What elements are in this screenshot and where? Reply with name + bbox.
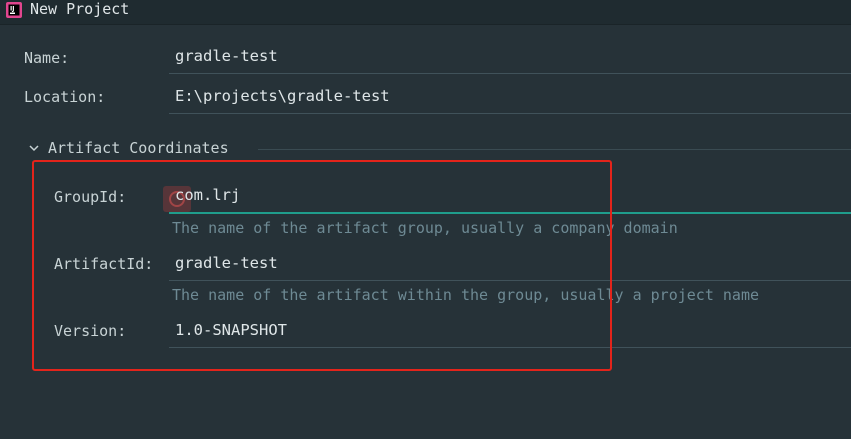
artifact-id-label: ArtifactId: xyxy=(54,255,154,273)
name-label: Name: xyxy=(24,49,70,67)
version-field[interactable]: 1.0-SNAPSHOT xyxy=(169,317,851,348)
location-label: Location: xyxy=(24,88,106,106)
location-field[interactable]: E:\projects\gradle-test xyxy=(169,83,851,114)
window-title: New Project xyxy=(30,0,130,18)
group-id-field[interactable]: com.lrj xyxy=(169,182,851,214)
name-field[interactable]: gradle-test xyxy=(169,43,851,74)
group-id-label: GroupId: xyxy=(54,188,127,206)
version-label: Version: xyxy=(54,322,127,340)
artifact-id-hint: The name of the artifact within the grou… xyxy=(172,286,759,304)
location-field-value[interactable]: E:\projects\gradle-test xyxy=(175,86,390,106)
svg-text:IJ: IJ xyxy=(10,6,14,13)
section-divider xyxy=(258,149,851,150)
version-field-value[interactable]: 1.0-SNAPSHOT xyxy=(175,320,287,340)
group-id-field-value[interactable]: com.lrj xyxy=(175,185,240,205)
group-id-hint: The name of the artifact group, usually … xyxy=(172,219,678,237)
intellij-app-icon: IJ xyxy=(6,2,22,18)
name-field-value[interactable]: gradle-test xyxy=(175,46,278,66)
artifact-coordinates-title: Artifact Coordinates xyxy=(48,139,229,157)
title-bar: IJ New Project xyxy=(0,0,851,25)
artifact-id-field-value[interactable]: gradle-test xyxy=(175,253,278,273)
artifact-id-field[interactable]: gradle-test xyxy=(169,250,851,281)
chevron-down-icon xyxy=(29,145,39,152)
